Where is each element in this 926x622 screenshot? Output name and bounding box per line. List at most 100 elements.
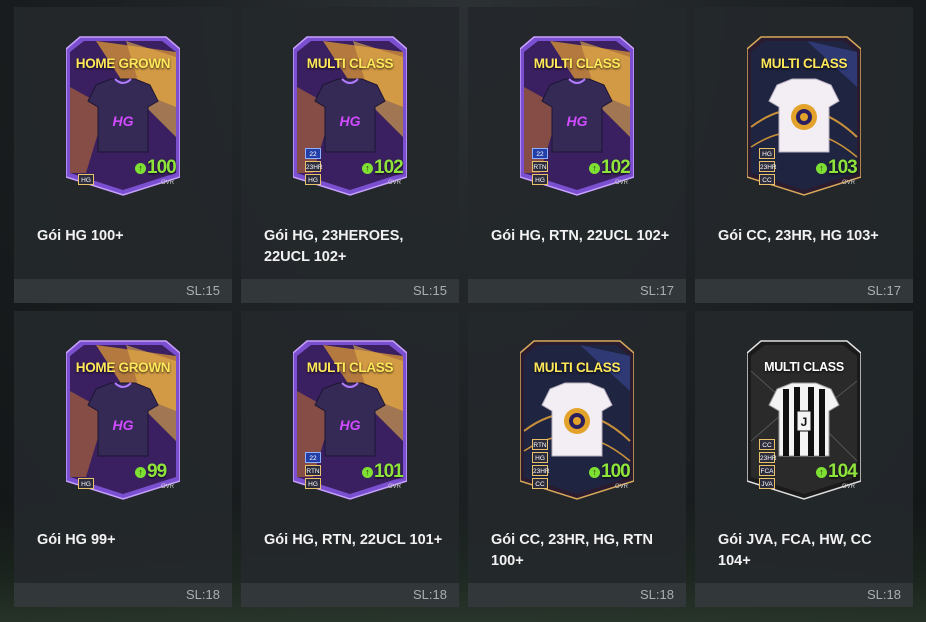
card-class-label: MULTI CLASS <box>306 360 394 375</box>
class-badge: 22 <box>305 148 321 159</box>
pack-quantity: SL:18 <box>867 587 901 602</box>
pack-quantity: SL:15 <box>413 283 447 298</box>
ovr-rating: ↑ 103 <box>816 157 858 179</box>
pack-tile[interactable]: HG MULTI CLASS 22 RTN HG ↑ 101 OVR Gói HG, RTN, … <box>241 311 459 607</box>
pack-tile[interactable]: MULTI CLASS RTN HG 23HR CC ↑ 100 OVR Gói CC, 23H… <box>468 311 686 607</box>
card-class-label: MULTI CLASS <box>760 56 848 71</box>
ovr-label: OVR <box>161 484 175 490</box>
ovr-label: OVR <box>388 484 402 490</box>
pack-card-image: HG HOME GROWN HG ↑ 100 OVR <box>66 27 180 197</box>
pack-footer: SL:18 <box>241 583 459 607</box>
ovr-rating: ↑ 100 <box>589 461 631 483</box>
pack-card-image: HG HOME GROWN HG ↑ 99 OVR <box>66 331 180 501</box>
ovr-label: OVR <box>842 180 856 186</box>
card-badges: 22 RTN HG <box>305 452 321 489</box>
pack-tile[interactable]: J MULTI CLASS CC 23HR FCA JVA ↑ 104 OVR Gói JVA, … <box>695 311 913 607</box>
pack-title: Gói CC, 23HR, HG 103+ <box>718 228 879 244</box>
card-badges: CC 23HR FCA JVA <box>759 439 777 489</box>
class-badge: CC <box>759 174 775 185</box>
card-badges: HG <box>78 174 94 185</box>
card-badges: 22 23HR HG <box>305 148 323 185</box>
rating-value: 100 <box>147 157 177 178</box>
pack-quantity: SL:17 <box>640 283 674 298</box>
card-class-label: MULTI CLASS <box>764 360 844 374</box>
class-badge: HG <box>78 174 94 185</box>
pack-quantity: SL:18 <box>186 587 220 602</box>
rating-value: 101 <box>374 461 404 482</box>
card-class-label: MULTI CLASS <box>533 360 621 375</box>
pack-title: Gói HG, RTN, 22UCL 101+ <box>264 532 443 548</box>
class-badge: HG <box>305 478 321 489</box>
ovr-label: OVR <box>161 180 175 186</box>
pack-title: Gói HG, 23HEROES, 22UCL 102+ <box>264 228 404 265</box>
pack-quantity: SL:17 <box>867 283 901 298</box>
pack-quantity: SL:15 <box>186 283 220 298</box>
rating-value: 102 <box>601 157 631 178</box>
rating-value: 104 <box>828 461 858 482</box>
ovr-rating: ↑ 102 <box>362 157 404 179</box>
card-class-label: MULTI CLASS <box>306 56 394 71</box>
upgrade-arrow-icon: ↑ <box>135 162 146 174</box>
class-badge: HG <box>78 478 94 489</box>
pack-quantity: SL:18 <box>413 587 447 602</box>
ovr-rating: ↑ 102 <box>589 157 631 179</box>
card-badges: RTN HG 23HR CC <box>532 439 550 489</box>
class-badge: HG <box>759 148 775 159</box>
card-badges: 22 RTN HG <box>532 148 548 185</box>
class-badge: 22 <box>532 148 548 159</box>
pack-tile[interactable]: HG MULTI CLASS 22 RTN HG ↑ 102 OVR Gói HG, RTN, … <box>468 7 686 303</box>
pack-title: Gói HG, RTN, 22UCL 102+ <box>491 228 670 244</box>
class-badge: FCA <box>759 465 775 476</box>
pack-grid: HG HOME GROWN HG ↑ 100 OVR Gói HG 100+ SL:15 HG… <box>14 7 913 607</box>
card-class-label: HOME GROWN <box>75 56 171 71</box>
class-badge: HG <box>305 174 321 185</box>
class-badge: 23HR <box>305 161 323 172</box>
class-badge: RTN <box>532 161 548 172</box>
rating-value: 103 <box>828 157 858 178</box>
pack-footer: SL:18 <box>695 583 913 607</box>
upgrade-arrow-icon: ↑ <box>362 162 373 174</box>
class-badge: RTN <box>305 465 321 476</box>
pack-title: Gói HG 100+ <box>37 228 124 244</box>
rating-value: 102 <box>374 157 404 178</box>
pack-tile[interactable]: MULTI CLASS HG 23HR CC ↑ 103 OVR Gói CC, 23HR, … <box>695 7 913 303</box>
class-badge: HG <box>532 452 548 463</box>
pack-footer: SL:17 <box>695 279 913 303</box>
class-badge: CC <box>759 439 775 450</box>
svg-text:HG: HG <box>340 417 361 433</box>
pack-footer: SL:15 <box>14 279 232 303</box>
pack-title: Gói CC, 23HR, HG, RTN 100+ <box>491 532 653 569</box>
class-badge: 23HR <box>759 452 777 463</box>
upgrade-arrow-icon: ↑ <box>135 466 146 478</box>
ovr-rating: ↑ 101 <box>362 461 404 483</box>
pack-footer: SL:18 <box>468 583 686 607</box>
pack-footer: SL:18 <box>14 583 232 607</box>
upgrade-arrow-icon: ↑ <box>589 466 600 478</box>
pack-footer: SL:17 <box>468 279 686 303</box>
ovr-label: OVR <box>388 180 402 186</box>
rating-value: 100 <box>601 461 631 482</box>
class-badge: JVA <box>759 478 775 489</box>
class-badge: RTN <box>532 439 548 450</box>
ovr-rating: ↑ 104 <box>816 461 858 483</box>
rating-value: 99 <box>147 461 167 482</box>
svg-text:HG: HG <box>567 113 588 129</box>
pack-tile[interactable]: HG MULTI CLASS 22 23HR HG ↑ 102 OVR Gói HG, 23HE… <box>241 7 459 303</box>
upgrade-arrow-icon: ↑ <box>816 466 827 478</box>
svg-text:HG: HG <box>113 417 134 433</box>
ovr-rating: ↑ 99 <box>135 461 167 483</box>
pack-card-image: HG MULTI CLASS 22 23HR HG ↑ 102 OVR <box>293 27 407 197</box>
class-badge: HG <box>532 174 548 185</box>
pack-card-image: HG MULTI CLASS 22 RTN HG ↑ 102 OVR <box>520 27 634 197</box>
upgrade-arrow-icon: ↑ <box>816 162 827 174</box>
pack-quantity: SL:18 <box>640 587 674 602</box>
upgrade-arrow-icon: ↑ <box>362 466 373 478</box>
pack-title: Gói HG 99+ <box>37 532 116 548</box>
pack-card-image: J MULTI CLASS CC 23HR FCA JVA ↑ 104 OVR <box>747 331 861 501</box>
svg-text:HG: HG <box>113 113 134 129</box>
pack-card-image: MULTI CLASS HG 23HR CC ↑ 103 OVR <box>747 27 861 197</box>
class-badge: 23HR <box>759 161 777 172</box>
pack-tile[interactable]: HG HOME GROWN HG ↑ 100 OVR Gói HG 100+ SL:15 <box>14 7 232 303</box>
pack-tile[interactable]: HG HOME GROWN HG ↑ 99 OVR Gói HG 99+ SL:18 <box>14 311 232 607</box>
pack-card-image: HG MULTI CLASS 22 RTN HG ↑ 101 OVR <box>293 331 407 501</box>
